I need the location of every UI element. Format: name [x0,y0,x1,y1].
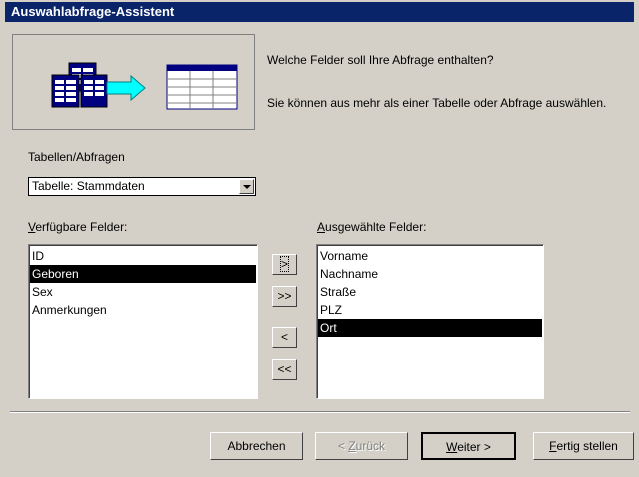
remove-all-fields-button[interactable]: << [272,359,297,380]
list-item[interactable]: Anmerkungen [30,301,256,319]
list-item[interactable]: Nachname [318,265,542,283]
source-label: Tabellen/Abfragen [28,150,125,164]
source-combobox-value: Tabelle: Stammdaten [32,179,145,193]
list-item-selected[interactable]: Ort [318,319,542,337]
description-text: Sie können aus mehr als einer Tabelle od… [267,96,607,110]
title-bar: Auswahlabfrage-Assistent [5,2,634,22]
next-button[interactable]: Weiter > [421,432,516,460]
question-text: Welche Felder soll Ihre Abfrage enthalte… [267,53,494,67]
finish-button[interactable]: Fertig stellen [533,432,634,460]
list-item[interactable]: Vorname [318,247,542,265]
back-button[interactable]: < Zurück [315,432,408,460]
wizard-illustration [12,34,255,130]
list-item[interactable]: ID [30,247,256,265]
remove-field-button[interactable]: < [272,327,297,348]
list-item[interactable]: Straße [318,283,542,301]
selected-fields-label: Ausgewählte Felder: [317,220,427,234]
selected-fields-list[interactable]: Vorname Nachname Straße PLZ Ort [316,244,544,399]
available-fields-label: Verfügbare Felder: [28,220,128,234]
list-item[interactable]: PLZ [318,301,542,319]
cancel-button[interactable]: Abbrechen [210,432,303,460]
add-field-button[interactable]: > [272,254,297,275]
chevron-down-icon[interactable] [239,179,254,194]
wizard-window: Auswahlabfrage-Assistent Welche Felder s… [0,0,639,477]
list-item-selected[interactable]: Geboren [30,265,256,283]
source-combobox[interactable]: Tabelle: Stammdaten [28,177,256,196]
available-fields-list[interactable]: ID Geboren Sex Anmerkungen [28,244,258,399]
add-all-fields-button[interactable]: >> [272,286,297,307]
list-item[interactable]: Sex [30,283,256,301]
tables-to-query-icon [51,62,238,110]
footer-divider [10,411,630,413]
